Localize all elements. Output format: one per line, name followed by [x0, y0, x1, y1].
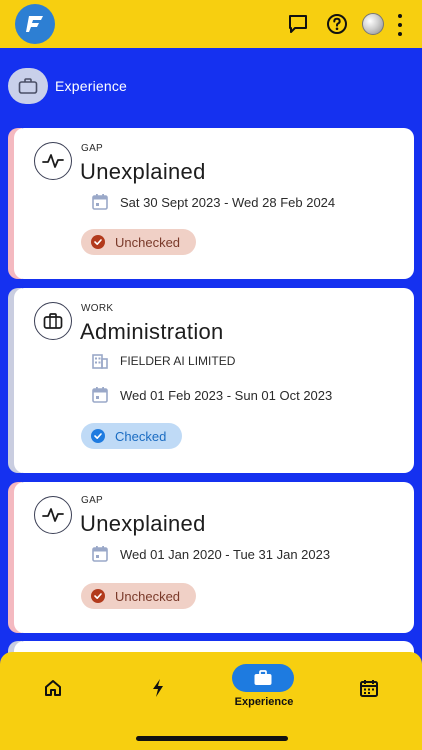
status-label: Unchecked [115, 588, 181, 604]
organisation-name: FIELDER AI LIMITED [120, 354, 236, 368]
calendar-icon [90, 544, 110, 564]
help-icon[interactable] [326, 13, 348, 35]
status-label: Checked [115, 428, 167, 444]
top-app-bar [0, 0, 422, 48]
home-indicator[interactable] [136, 736, 288, 741]
date-range: Wed 01 Feb 2023 - Sun 01 Oct 2023 [120, 387, 333, 403]
briefcase-icon [254, 670, 272, 685]
section-title: Experience [55, 78, 128, 94]
card-type-label: GAP [81, 495, 104, 506]
status-badge: Checked [81, 423, 183, 449]
date-range: Wed 01 Jan 2020 - Tue 31 Jan 2023 [120, 546, 331, 562]
card-title: Administration [80, 319, 224, 344]
date-range-row: Wed 01 Jan 2020 - Tue 31 Jan 2023 [90, 544, 330, 564]
date-range: Sat 30 Sept 2023 - Wed 28 Feb 2024 [120, 194, 336, 210]
card-title: Unexplained [80, 511, 206, 536]
building-icon [90, 351, 110, 371]
nav-experience-button[interactable] [232, 664, 294, 692]
status-label: Unchecked [115, 234, 181, 250]
calendar-icon [90, 385, 110, 405]
briefcase-icon [8, 68, 48, 104]
nav-experience-label[interactable]: Experience [219, 696, 309, 708]
date-range-row: Wed 01 Feb 2023 - Sun 01 Oct 2023 [90, 385, 332, 405]
more-vertical-icon[interactable] [393, 14, 407, 36]
card-title: Unexplained [80, 159, 206, 184]
lightning-icon[interactable] [138, 674, 178, 702]
chat-icon[interactable] [287, 13, 309, 35]
status-badge: Unchecked [81, 229, 197, 255]
activity-icon [34, 496, 72, 534]
date-range-row: Sat 30 Sept 2023 - Wed 28 Feb 2024 [90, 192, 335, 212]
experience-card[interactable]: GAP Unexplained Sat 30 Sept 2023 - Wed 2… [8, 128, 414, 279]
status-badge: Unchecked [81, 583, 197, 609]
experience-card[interactable]: GAP Unexplained Wed 01 Jan 2020 - Tue 31… [8, 482, 414, 633]
home-icon[interactable] [33, 674, 73, 702]
card-type-label: GAP [81, 143, 104, 154]
experience-card[interactable]: WORK Administration FIELDER AI LIMITED W… [8, 288, 414, 473]
calendar-icon [90, 192, 110, 212]
check-circle-icon [91, 235, 105, 249]
card-type-label: WORK [81, 303, 114, 314]
fielder-logo-icon[interactable] [15, 4, 55, 44]
briefcase-icon [34, 302, 72, 340]
check-circle-icon [91, 589, 105, 603]
activity-icon [34, 142, 72, 180]
organisation-row: FIELDER AI LIMITED [90, 351, 235, 371]
calendar-icon[interactable] [349, 674, 389, 702]
check-circle-icon [91, 429, 105, 443]
avatar-icon[interactable] [362, 13, 384, 35]
